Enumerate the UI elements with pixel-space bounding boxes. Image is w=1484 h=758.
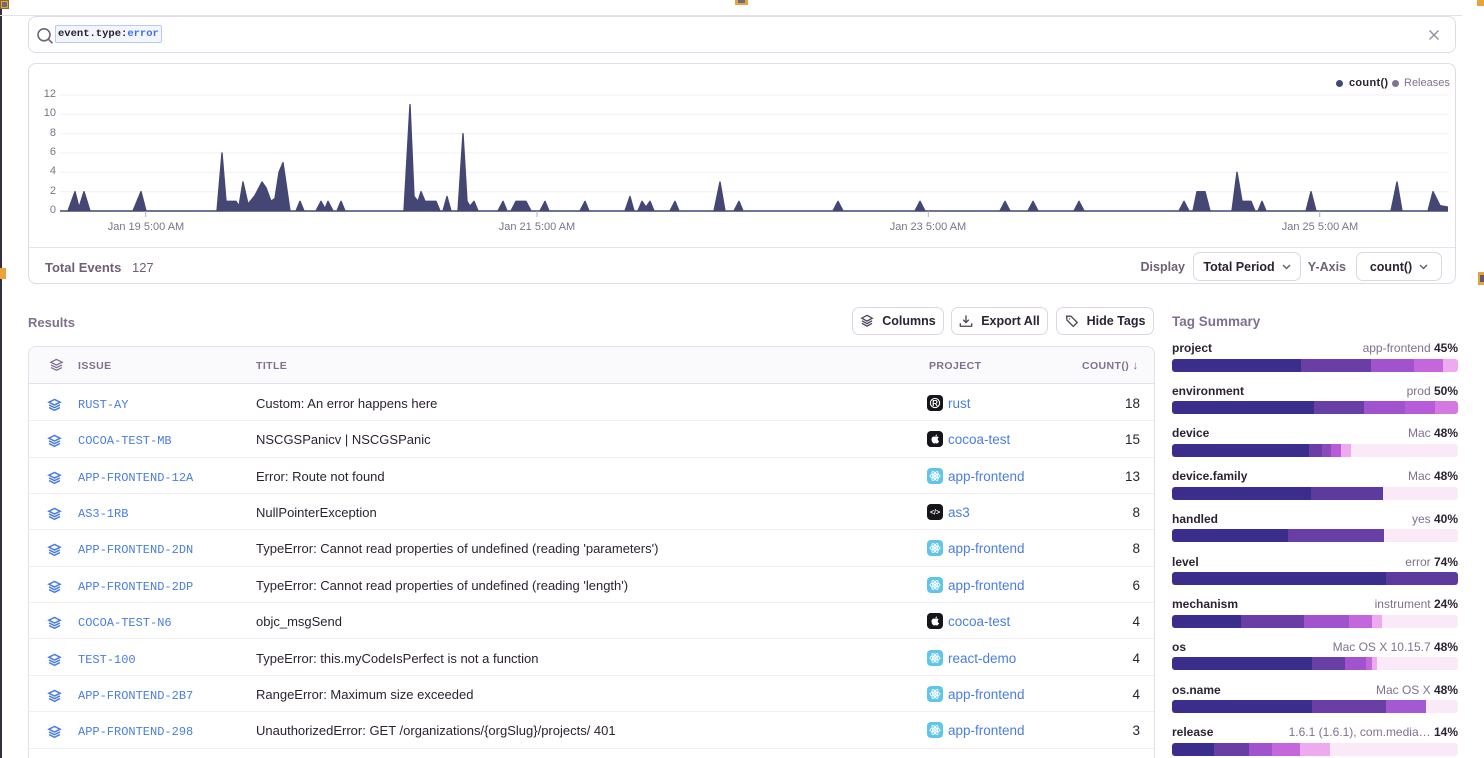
svg-text:</>: </> bbox=[930, 510, 940, 517]
svg-text:R: R bbox=[932, 399, 938, 408]
